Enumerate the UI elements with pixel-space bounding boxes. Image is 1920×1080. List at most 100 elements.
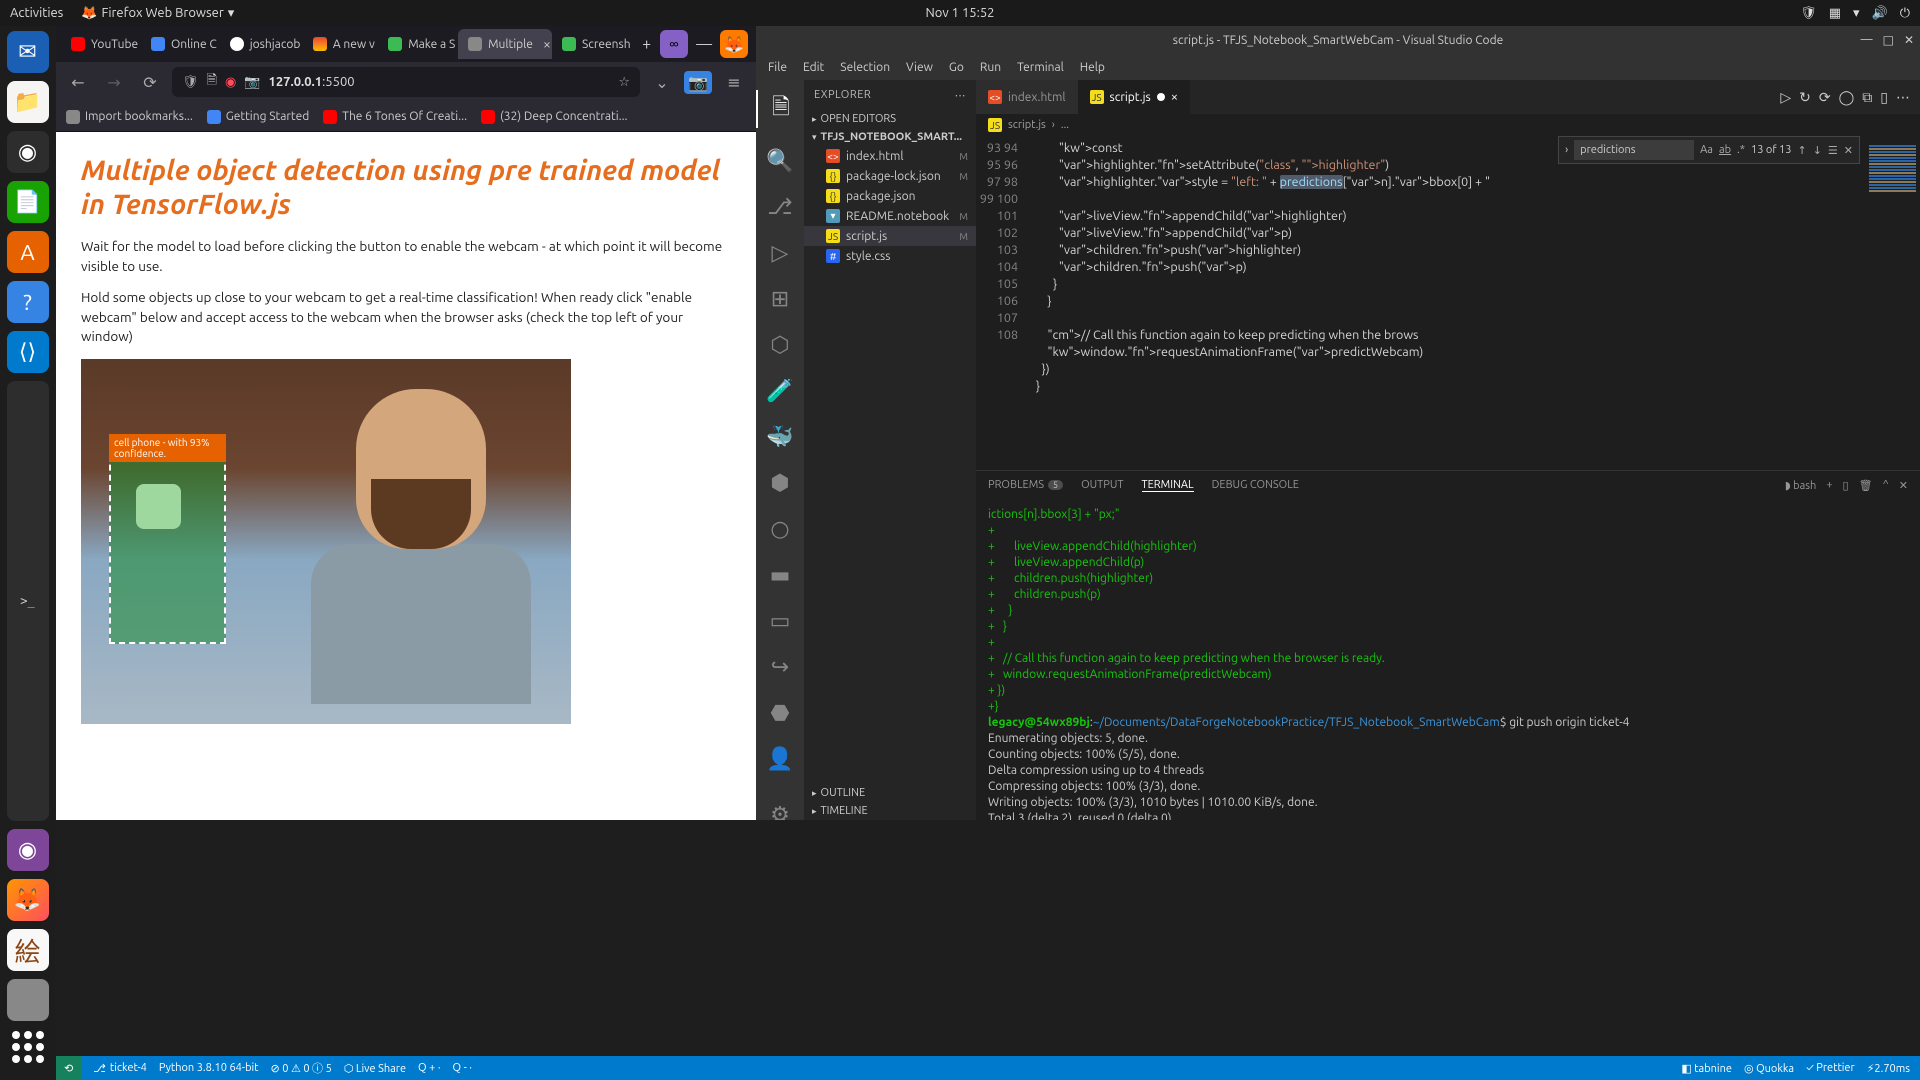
dock-thunderbird[interactable]: ✉: [7, 31, 49, 73]
find-next-icon[interactable]: ↓: [1813, 144, 1822, 157]
menu-go[interactable]: Go: [949, 61, 964, 74]
find-prev-icon[interactable]: ↑: [1797, 144, 1806, 157]
bookmark-item[interactable]: Getting Started: [207, 110, 309, 124]
browser-tab[interactable]: Online C: [141, 29, 220, 59]
explorer-icon[interactable]: 🗎: [756, 90, 804, 128]
tab-debug-console[interactable]: DEBUG CONSOLE: [1212, 479, 1299, 491]
find-regex-icon[interactable]: .*: [1737, 144, 1745, 156]
extra-icon[interactable]: ▬: [756, 562, 804, 588]
menu-file[interactable]: File: [768, 61, 787, 74]
bookmark-item[interactable]: The 6 Tones Of Creati...: [323, 110, 467, 124]
editor-tab[interactable]: <>index.html: [976, 80, 1078, 114]
status-item[interactable]: ◎ Quokka: [1744, 1062, 1794, 1075]
terminal[interactable]: ictions[n].bbox[3] + "px;"++ liveView.ap…: [976, 499, 1920, 820]
close-icon[interactable]: ×: [1171, 90, 1178, 104]
new-tab-button[interactable]: +: [633, 35, 660, 53]
branch-indicator[interactable]: ⎇ ticket-4: [93, 1062, 147, 1075]
file-item[interactable]: JSscript.jsM: [804, 226, 976, 246]
close-button[interactable]: ✕: [1904, 33, 1914, 47]
status-item[interactable]: ⊘ 0 ⚠ 0 ⓘ 5: [271, 1060, 332, 1076]
close-tab-icon[interactable]: ×: [543, 36, 551, 52]
pocket-icon[interactable]: ⌄: [648, 73, 676, 92]
status-item[interactable]: Q - ·: [453, 1062, 472, 1074]
extensions-icon[interactable]: ⊞: [756, 286, 804, 312]
browser-tab[interactable]: Screensh: [552, 29, 633, 59]
bookmark-item[interactable]: Import bookmarks...: [66, 110, 193, 124]
kill-terminal-icon[interactable]: 🗑: [1859, 479, 1873, 492]
find-widget[interactable]: › Aa ab .* 13 of 13 ↑ ↓ ☰ ✕: [1558, 136, 1860, 164]
file-item[interactable]: #style.css: [804, 246, 976, 266]
code-editor[interactable]: 93 94 95 96 97 98 99 100 101 102 103 104…: [976, 136, 1920, 470]
settings-gear-icon[interactable]: ⚙: [756, 802, 804, 820]
browser-tab[interactable]: joshjacob: [220, 29, 303, 59]
tray-icon[interactable]: ▦: [1829, 6, 1841, 21]
status-item[interactable]: ⬡ Live Share: [344, 1062, 406, 1075]
reload-button[interactable]: ⟳: [136, 73, 164, 92]
find-selection-icon[interactable]: ☰: [1828, 144, 1838, 157]
dock-firefox[interactable]: 🦊: [7, 879, 49, 921]
extra-icon[interactable]: ⬣: [756, 700, 804, 726]
status-item[interactable]: ◧ tabnine: [1681, 1062, 1732, 1075]
remote-indicator[interactable]: ⟲: [56, 1056, 81, 1080]
cam-toolbar-icon[interactable]: 📷: [684, 71, 712, 94]
editor-tab[interactable]: JSscript.js×: [1078, 80, 1191, 114]
find-close-icon[interactable]: ✕: [1844, 144, 1853, 157]
panel-close-icon[interactable]: ✕: [1899, 479, 1908, 492]
timeline-section[interactable]: ▸TIMELINE: [804, 802, 976, 820]
minimize-button[interactable]: —: [696, 35, 712, 53]
back-button[interactable]: ←: [64, 73, 92, 92]
dock-software[interactable]: A: [7, 231, 49, 273]
extra-icon[interactable]: ↪: [756, 654, 804, 680]
diff-icon[interactable]: ⧉: [1862, 89, 1872, 106]
dock-blank[interactable]: [7, 979, 49, 1021]
volume-icon[interactable]: 🔊: [1872, 6, 1888, 21]
more-icon[interactable]: ⋯: [955, 89, 967, 102]
extension-icon[interactable]: ∞: [660, 30, 688, 58]
dock-vscode[interactable]: ⟨⟩: [7, 331, 49, 373]
clock[interactable]: Nov 1 15:52: [925, 6, 994, 20]
menu-edit[interactable]: Edit: [803, 61, 824, 74]
find-input[interactable]: [1574, 140, 1694, 160]
open-editors-section[interactable]: ▸OPEN EDITORS: [804, 110, 976, 128]
more-icon[interactable]: ⋯: [1896, 89, 1910, 106]
menu-view[interactable]: View: [906, 61, 933, 74]
find-word-icon[interactable]: ab: [1719, 144, 1731, 156]
file-item[interactable]: {}package-lock.jsonM: [804, 166, 976, 186]
find-case-icon[interactable]: Aa: [1700, 144, 1713, 156]
new-terminal-icon[interactable]: +: [1826, 479, 1832, 491]
dock-rhythmbox[interactable]: ◉: [7, 131, 49, 173]
dock-help[interactable]: ?: [7, 281, 49, 323]
source-control-icon[interactable]: ⎇: [756, 194, 804, 220]
terminal-shell-select[interactable]: ◗ bash: [1785, 479, 1816, 492]
app-menu[interactable]: 🦊 Firefox Web Browser ▾: [81, 6, 234, 21]
restart-icon[interactable]: ↻: [1799, 89, 1811, 106]
accounts-icon[interactable]: 👤: [756, 746, 804, 772]
status-item[interactable]: ✓ Prettier: [1806, 1062, 1855, 1075]
outline-section[interactable]: ▸OUTLINE: [804, 784, 976, 802]
power-icon[interactable]: ⏻: [1900, 6, 1910, 21]
extra-icon[interactable]: ▭: [756, 608, 804, 634]
browser-tab[interactable]: A new v: [303, 29, 378, 59]
file-item[interactable]: {}package.json: [804, 186, 976, 206]
run-debug-icon[interactable]: ▷: [756, 240, 804, 266]
search-icon[interactable]: 🔍: [756, 148, 804, 174]
menu-selection[interactable]: Selection: [840, 61, 890, 74]
tab-problems[interactable]: PROBLEMS5: [988, 479, 1063, 491]
dock-libreoffice[interactable]: 📄: [7, 181, 49, 223]
dock-files[interactable]: 📁: [7, 81, 49, 123]
menu-run[interactable]: Run: [980, 61, 1001, 74]
browser-tab[interactable]: Multiple×: [458, 29, 552, 59]
wifi-icon[interactable]: ▾: [1853, 6, 1860, 21]
file-item[interactable]: ▾README.notebookM: [804, 206, 976, 226]
bookmark-star-icon[interactable]: ☆: [618, 75, 630, 90]
minimize-button[interactable]: —: [1861, 33, 1873, 47]
step-icon[interactable]: ⟳: [1819, 89, 1831, 106]
menu-terminal[interactable]: Terminal: [1017, 61, 1064, 74]
status-item[interactable]: ⚡2.70ms: [1867, 1062, 1910, 1075]
project-section[interactable]: ▾TFJS_NOTEBOOK_SMART...: [804, 128, 976, 146]
menu-help[interactable]: Help: [1080, 61, 1105, 74]
debug-icon[interactable]: ◯: [1839, 89, 1855, 106]
firefox-account-icon[interactable]: 🦊: [720, 30, 748, 58]
shield-icon[interactable]: 🛡: [1800, 6, 1817, 21]
browser-tab[interactable]: Make a S: [378, 29, 458, 59]
